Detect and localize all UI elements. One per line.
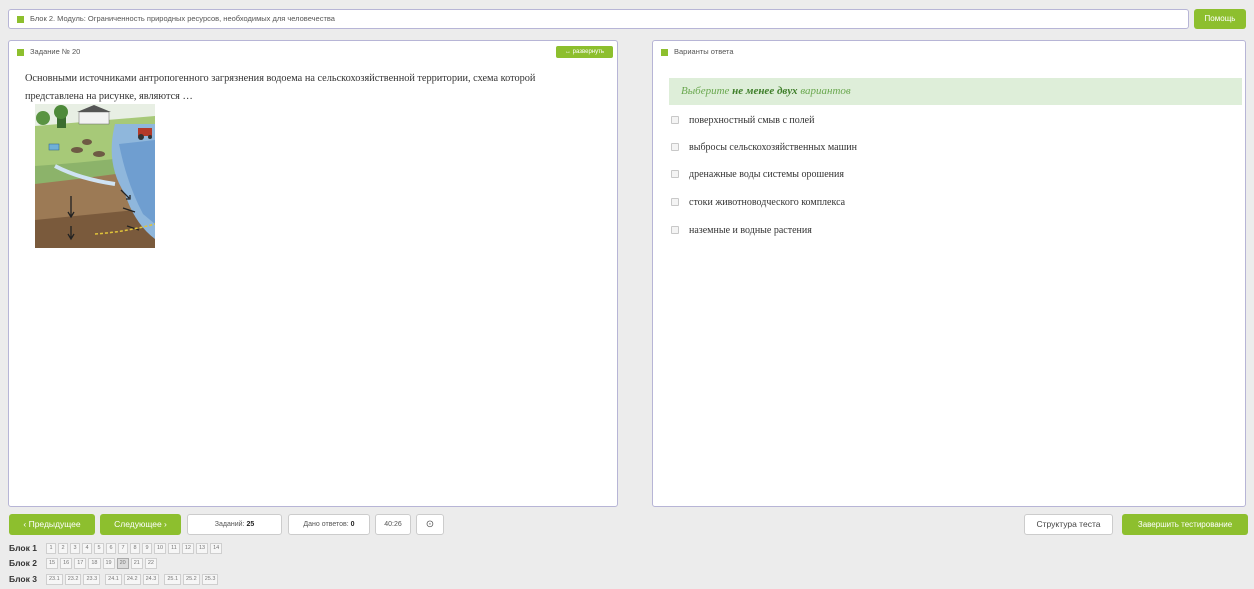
stopwatch-button[interactable]: ⊙ <box>416 514 444 535</box>
task-number-button[interactable]: 8 <box>130 543 140 555</box>
answers-header: Варианты ответа <box>661 46 734 57</box>
answer-option[interactable]: наземные и водные растения <box>671 224 812 238</box>
task-title: Задание № 20 <box>30 47 81 56</box>
answers-panel: Варианты ответа Выберите не менее двух в… <box>652 40 1246 507</box>
task-number-button[interactable]: 23.2 <box>64 574 82 586</box>
task-number-button[interactable]: 17 <box>74 558 87 570</box>
task-number-button[interactable]: 2 <box>58 543 68 555</box>
block-row: Блок 2 15 16 17 18 19 20 21 22 <box>9 557 159 570</box>
marker-icon <box>17 48 24 56</box>
task-number-button[interactable]: 11 <box>168 543 180 555</box>
instruction-suffix: вариантов <box>797 85 851 97</box>
answer-option-label: дренажные воды системы орошения <box>689 169 844 180</box>
task-number-button[interactable]: 25.3 <box>201 574 219 586</box>
answers-title: Варианты ответа <box>674 47 734 56</box>
task-number-button[interactable]: 23.1 <box>46 574 63 586</box>
task-number-button[interactable]: 9 <box>142 543 152 555</box>
task-header: Задание № 20 <box>17 46 80 57</box>
tasks-count: Заданий: 25 <box>187 514 282 535</box>
checkbox[interactable] <box>671 198 679 206</box>
task-number-button[interactable]: 13 <box>195 543 209 555</box>
task-number-button[interactable]: 14 <box>210 543 223 555</box>
marker-icon <box>17 15 24 23</box>
help-button[interactable]: Помощь <box>1194 9 1246 29</box>
task-number-button[interactable]: 12 <box>181 543 194 555</box>
module-title-bar: Блок 2. Модуль: Ограниченность природных… <box>8 9 1189 29</box>
answer-option[interactable]: стоки животноводческого комплекса <box>671 196 845 210</box>
answer-option[interactable]: выбросы сельскохозяйственных машин <box>671 141 857 155</box>
task-number-button[interactable]: 16 <box>60 558 73 570</box>
task-panel: Задание № 20 ↔ развернуть Основными исто… <box>8 40 618 507</box>
task-number-button[interactable]: 22 <box>144 558 157 570</box>
expand-label: развернуть <box>572 49 604 55</box>
block-label: Блок 1 <box>9 543 37 553</box>
previous-button[interactable]: ‹ Предыдущее <box>9 514 95 535</box>
marker-icon <box>661 48 668 56</box>
answered-count: Дано ответов: 0 <box>288 514 370 535</box>
task-number-button[interactable]: 21 <box>130 558 143 570</box>
module-title: Блок 2. Модуль: Ограниченность природных… <box>30 14 335 23</box>
answer-option-label: поверхностный смыв с полей <box>689 115 815 126</box>
answer-option-label: наземные и водные растения <box>689 225 812 236</box>
answer-option-label: стоки животноводческого комплекса <box>689 197 846 208</box>
expand-icon: ↔ <box>564 49 571 55</box>
task-number-button[interactable]: 5 <box>94 543 104 555</box>
task-number-button[interactable]: 3 <box>70 543 80 555</box>
task-number-button[interactable]: 19 <box>102 558 115 570</box>
checkbox[interactable] <box>671 170 679 178</box>
tasks-count-value: 25 <box>246 521 255 528</box>
chevron-left-icon: ‹ <box>23 519 27 529</box>
task-number-button[interactable]: 20 <box>116 558 129 570</box>
checkbox[interactable] <box>671 143 679 151</box>
pollution-scheme-image <box>35 104 155 248</box>
task-number-button[interactable]: 25.2 <box>183 574 200 586</box>
tasks-count-label: Заданий: <box>214 521 245 528</box>
timer: 40:26 <box>375 514 411 535</box>
stopwatch-icon: ⊙ <box>425 519 435 530</box>
block-row: Блок 1 1 2 3 4 5 6 7 8 9 10 11 12 13 14 <box>9 542 224 555</box>
question-text: Основными источниками антропогенного заг… <box>25 73 536 102</box>
test-structure-button[interactable]: Структура теста <box>1024 514 1113 535</box>
checkbox[interactable] <box>671 226 679 234</box>
previous-label: Предыдущее <box>28 519 81 529</box>
answer-option[interactable]: поверхностный смыв с полей <box>671 114 814 128</box>
task-number-button[interactable]: 24.2 <box>123 574 141 586</box>
task-number-button[interactable]: 6 <box>106 543 116 555</box>
block-label: Блок 3 <box>9 574 37 584</box>
task-number-button[interactable]: 7 <box>118 543 128 555</box>
answer-option-label: выбросы сельскохозяйственных машин <box>689 142 857 153</box>
task-number-button[interactable]: 24.1 <box>105 574 122 586</box>
next-button[interactable]: Следующее › <box>100 514 181 535</box>
task-number-button[interactable]: 15 <box>46 558 59 570</box>
task-number-button[interactable]: 23.3 <box>83 574 101 586</box>
answer-instruction: Выберите не менее двух вариантов <box>669 78 1242 105</box>
task-number-button[interactable]: 24.3 <box>142 574 160 586</box>
block-row: Блок 3 23.1 23.2 23.3 24.1 24.2 24.3 25.1 25.2 25… <box>9 573 220 586</box>
finish-test-button[interactable]: Завершить тестирование <box>1122 514 1248 535</box>
instruction-emphasis: не менее двух <box>732 85 798 97</box>
expand-button[interactable]: ↔ развернуть <box>556 46 613 58</box>
task-number-button[interactable]: 4 <box>82 543 92 555</box>
answered-count-label: Дано ответов: <box>303 521 349 528</box>
answered-count-value: 0 <box>350 521 355 528</box>
answer-option[interactable]: дренажные воды системы орошения <box>671 168 844 182</box>
task-number-button[interactable]: 18 <box>88 558 101 570</box>
checkbox[interactable] <box>671 116 679 124</box>
task-number-button[interactable]: 10 <box>154 543 167 555</box>
block-label: Блок 2 <box>9 558 37 568</box>
chevron-right-icon: › <box>164 519 167 529</box>
instruction-prefix: Выберите <box>681 85 733 97</box>
task-number-button[interactable]: 1 <box>46 543 56 555</box>
task-number-button[interactable]: 25.1 <box>164 574 182 586</box>
next-label: Следующее <box>114 519 162 529</box>
